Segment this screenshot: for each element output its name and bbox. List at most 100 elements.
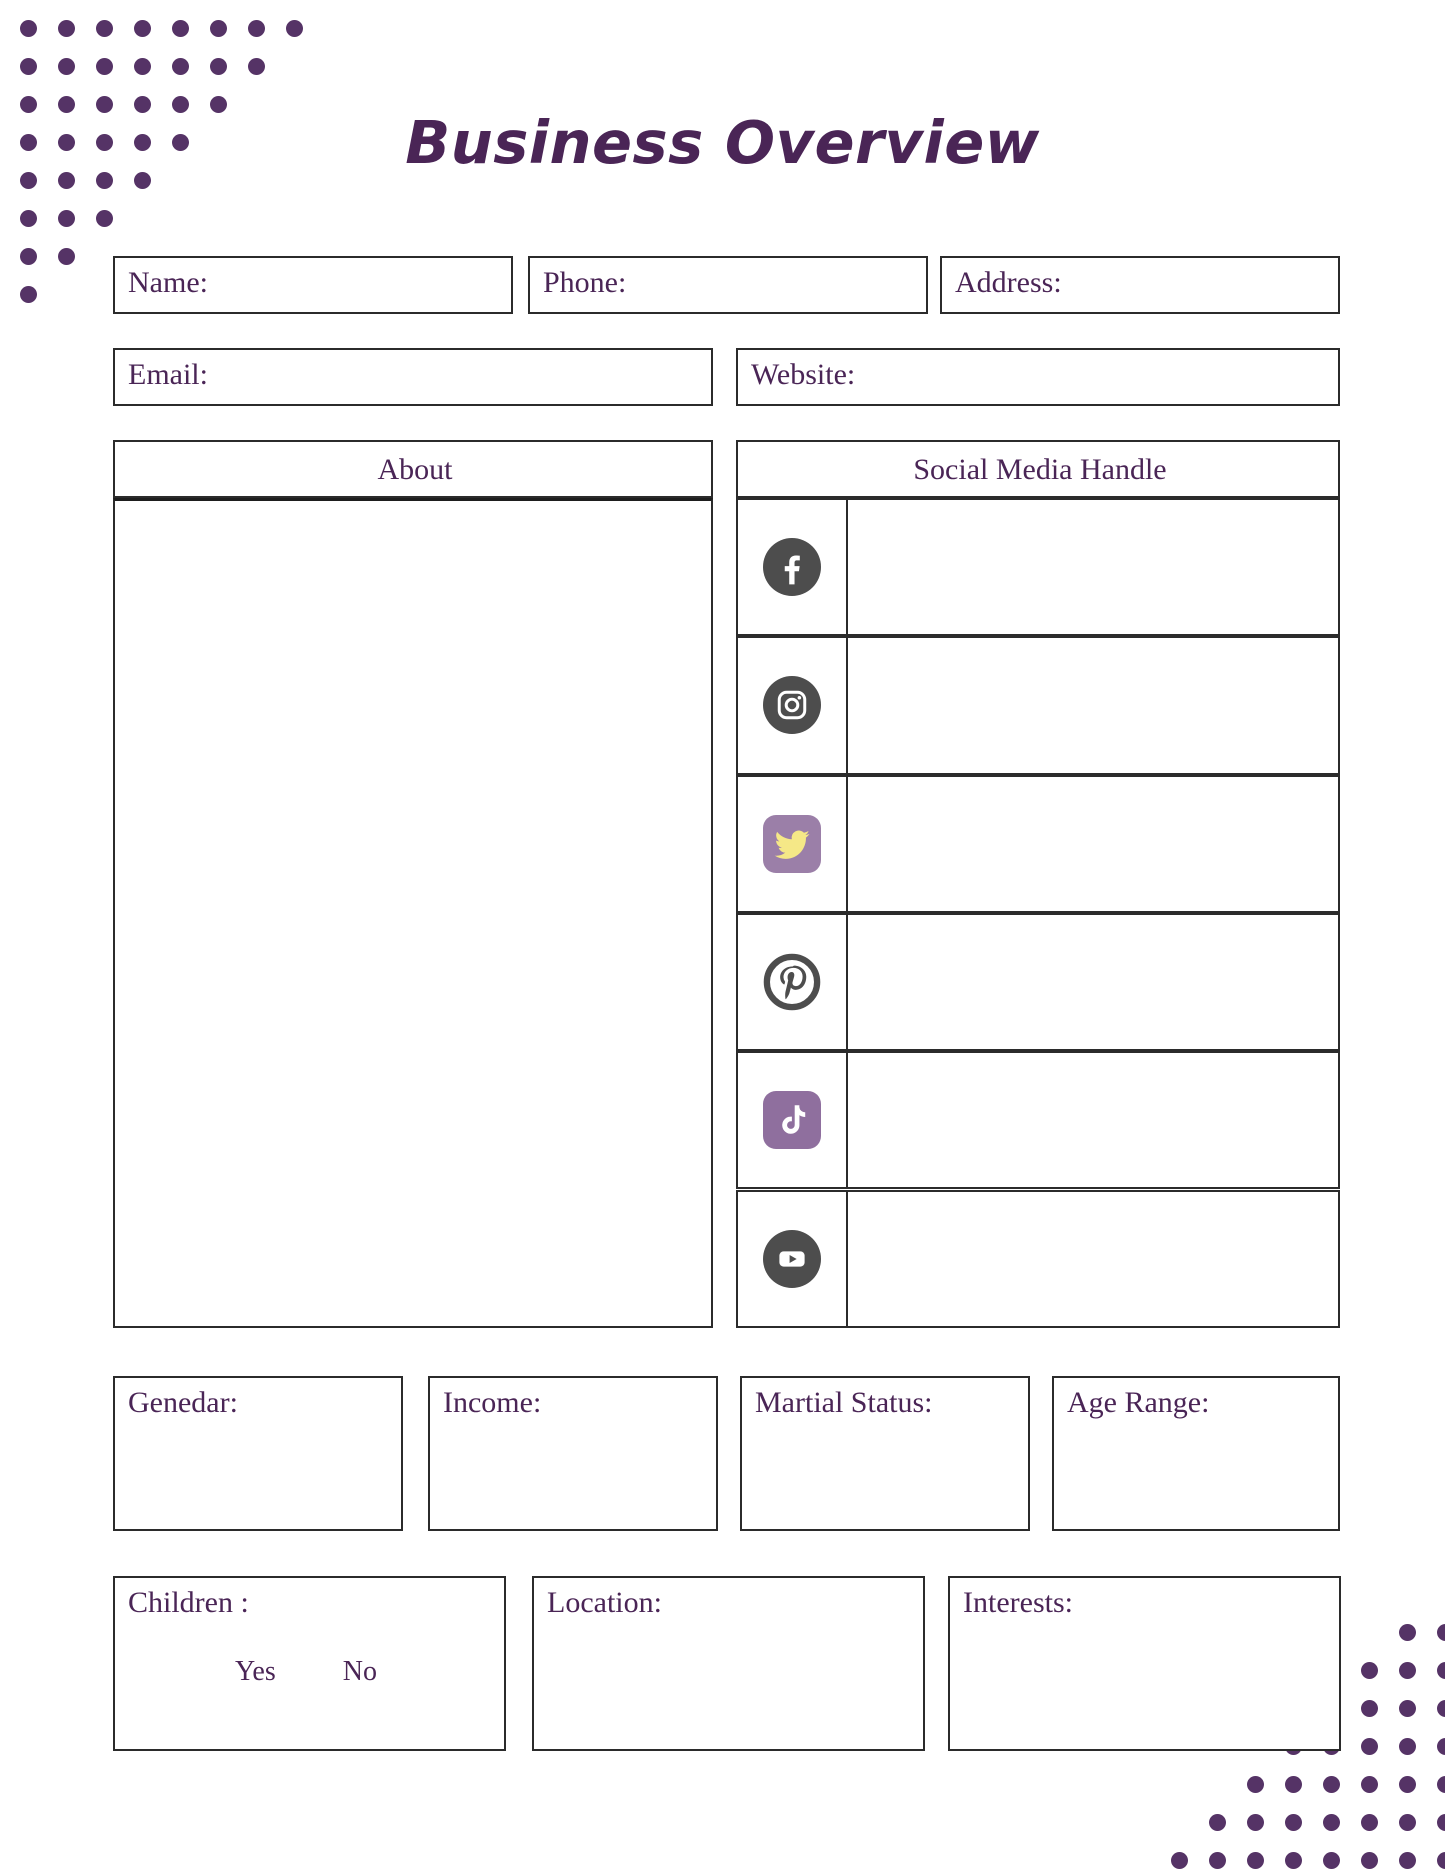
decorative-dot [1437,1852,1445,1869]
field-age-range-label: Age Range: [1067,1386,1210,1419]
decorative-dot [172,58,189,75]
decorative-dot [1171,1852,1188,1869]
decorative-dot [1437,1814,1445,1831]
decorative-dot [58,210,75,227]
about-header: About [113,440,713,498]
youtube-icon-cell [736,1189,848,1328]
decorative-dot [58,58,75,75]
decorative-dot [1285,1852,1302,1869]
facebook-handle-input[interactable] [848,498,1340,637]
decorative-dot [210,58,227,75]
field-age-range[interactable]: Age Range: [1052,1376,1340,1531]
decorative-dot [248,20,265,37]
field-income[interactable]: Income: [428,1376,718,1531]
pinterest-handle-input[interactable] [848,912,1340,1052]
decorative-dot [96,58,113,75]
field-gender[interactable]: Genedar: [113,1376,403,1531]
decorative-dot [20,210,37,227]
instagram-handle-input[interactable] [848,636,1340,775]
twitter-icon-cell [736,774,848,913]
decorative-dot [1247,1776,1264,1793]
decorative-dot [1209,1814,1226,1831]
field-location[interactable]: Location: [532,1576,925,1751]
children-no-option[interactable]: No [343,1656,377,1688]
social-row-twitter [736,774,1340,913]
facebook-icon-cell [736,498,848,637]
decorative-dot [1437,1776,1445,1793]
twitter-icon [763,814,821,873]
decorative-dot [1361,1700,1378,1717]
decorative-dot [1323,1852,1340,1869]
decorative-dot [1437,1700,1445,1717]
decorative-dot [1361,1662,1378,1679]
decorative-dot [1247,1852,1264,1869]
field-name[interactable]: Name: [113,256,513,314]
field-email[interactable]: Email: [113,348,713,406]
decorative-dot [58,20,75,37]
decorative-dot [1361,1776,1378,1793]
field-interests[interactable]: Interests: [948,1576,1341,1751]
pinterest-icon [763,953,821,1011]
decorative-dot [1437,1662,1445,1679]
tiktok-icon-cell [736,1051,848,1190]
field-email-label: Email: [128,358,208,391]
social-media-panel: Social Media Handle [736,440,1340,1328]
decorative-dot [1323,1776,1340,1793]
field-income-label: Income: [443,1386,542,1419]
decorative-dot [20,20,37,37]
youtube-icon [763,1229,821,1288]
social-row-instagram [736,636,1340,775]
field-marital-status-label: Martial Status: [755,1386,933,1419]
facebook-icon [763,538,821,597]
decorative-dot [1209,1852,1226,1869]
children-yes-option[interactable]: Yes [235,1656,276,1688]
field-children[interactable]: Children : Yes No [113,1576,506,1751]
youtube-handle-input[interactable] [848,1189,1340,1328]
decorative-dot [286,20,303,37]
twitter-handle-input[interactable] [848,774,1340,913]
instagram-icon [763,676,821,735]
decorative-dot [1399,1700,1416,1717]
children-options: Yes No [235,1656,377,1688]
field-name-label: Name: [128,266,208,299]
field-website-label: Website: [751,358,856,391]
decorative-dot [1399,1662,1416,1679]
decorative-dot [1285,1814,1302,1831]
decorative-dot [1437,1738,1445,1755]
decorative-dot [1323,1814,1340,1831]
tiktok-icon [763,1091,821,1150]
social-row-tiktok [736,1051,1340,1190]
social-media-header: Social Media Handle [736,440,1340,498]
decorative-dot [1247,1814,1264,1831]
social-row-youtube [736,1189,1340,1328]
about-textarea[interactable] [113,498,713,1328]
decorative-dot [96,210,113,227]
decorative-dot [1361,1852,1378,1869]
decorative-dot [20,58,37,75]
field-phone[interactable]: Phone: [528,256,928,314]
social-media-header-label: Social Media Handle [913,453,1167,486]
about-header-label: About [377,453,453,486]
decorative-dot [1399,1776,1416,1793]
decorative-dot [1399,1624,1416,1641]
social-media-rows [736,498,1340,1328]
field-marital-status[interactable]: Martial Status: [740,1376,1030,1531]
decorative-dot [1437,1624,1445,1641]
social-row-facebook [736,498,1340,637]
decorative-dot [96,20,113,37]
field-website[interactable]: Website: [736,348,1340,406]
pinterest-icon-cell [736,912,848,1052]
decorative-dot [1285,1776,1302,1793]
decorative-dot [248,58,265,75]
social-row-pinterest [736,912,1340,1052]
field-address[interactable]: Address: [940,256,1340,314]
instagram-icon-cell [736,636,848,775]
decorative-dot [172,20,189,37]
field-children-label: Children : [128,1586,249,1619]
decorative-dot [58,248,75,265]
field-interests-label: Interests: [963,1586,1073,1619]
decorative-dot [1399,1738,1416,1755]
tiktok-handle-input[interactable] [848,1051,1340,1190]
field-address-label: Address: [955,266,1062,299]
decorative-dot [134,20,151,37]
